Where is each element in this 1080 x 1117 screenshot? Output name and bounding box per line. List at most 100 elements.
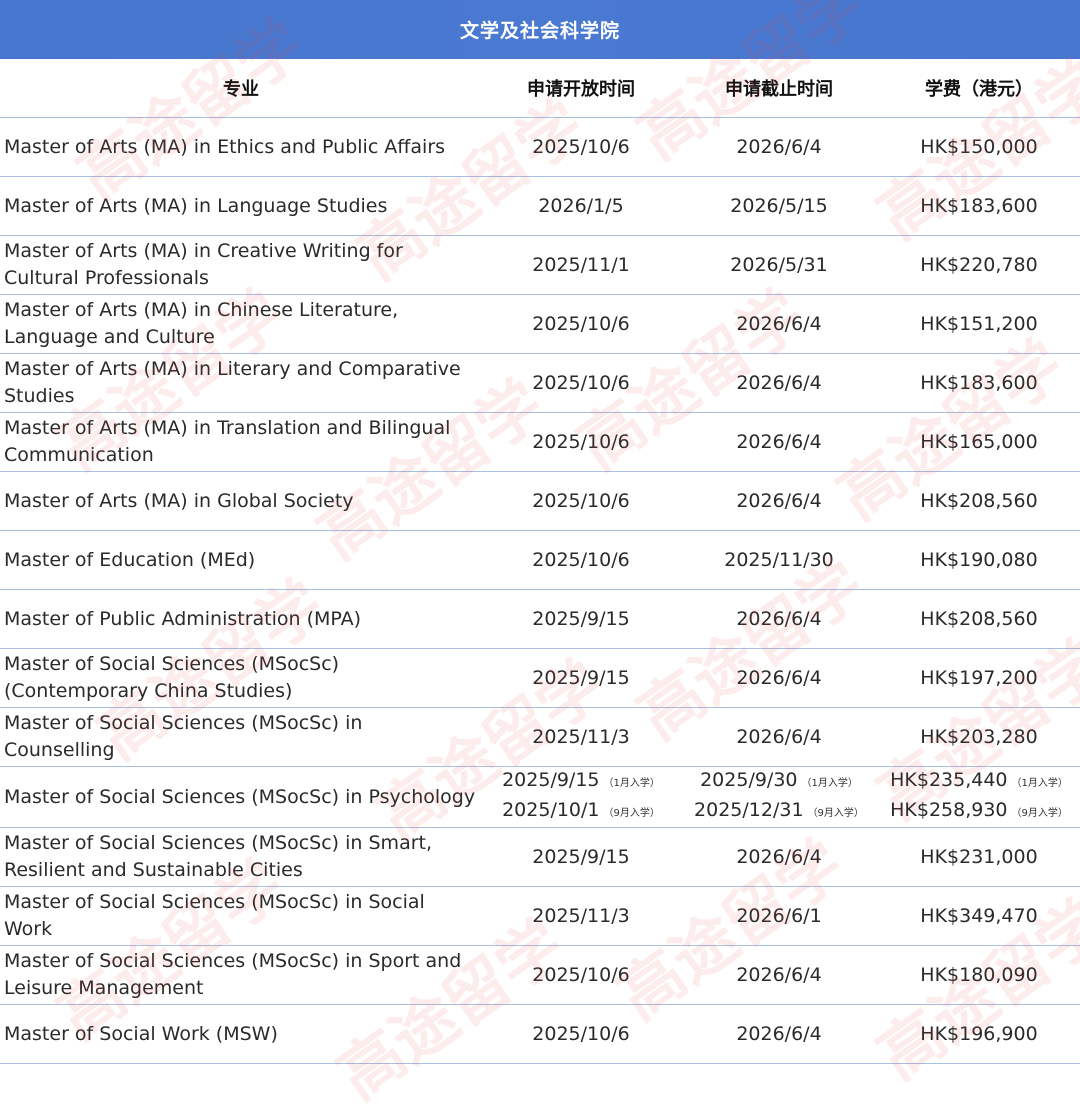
deadline-cell-value: 2026/6/4 xyxy=(736,312,822,335)
open-date-cell-line: 2025/9/15 xyxy=(482,844,680,871)
fee-cell: HK$196,900 xyxy=(878,1004,1080,1064)
open-date-cell-line: 2025/9/15 xyxy=(482,606,680,633)
fee-cell-value: HK$220,780 xyxy=(920,253,1038,276)
deadline-cell-line: 2026/5/15 xyxy=(680,193,878,220)
deadline-cell-line: 2025/11/30 xyxy=(680,547,878,574)
table-row: Master of Education (MEd) 2025/10/6 2025/1… xyxy=(0,530,1080,590)
deadline-cell-value: 2025/9/30 xyxy=(700,769,798,791)
fee-cell: HK$180,090 xyxy=(878,945,1080,1005)
fee-cell: HK$349,470 xyxy=(878,886,1080,946)
deadline-cell-value: 2026/6/4 xyxy=(736,371,822,394)
table-row: Master of Arts (MA) in Literary and Comp… xyxy=(0,353,1080,413)
open-date-cell: 2025/9/15 （1月入学） 2025/10/1 （9月入学） xyxy=(482,766,680,828)
fee-cell: HK$235,440 （1月入学） HK$258,930 （9月入学） xyxy=(878,766,1080,828)
table-row: Master of Social Sciences (MSocSc) (Cont… xyxy=(0,648,1080,708)
open-date-cell-value: 2025/11/3 xyxy=(532,904,630,927)
table-row: Master of Social Sciences (MSocSc) in Ps… xyxy=(0,766,1080,828)
header-open-date: 申请开放时间 xyxy=(482,59,680,118)
fee-cell-value: HK$349,470 xyxy=(920,904,1038,927)
open-date-cell-value: 2025/10/6 xyxy=(532,312,630,335)
open-date-cell-value: 2025/10/6 xyxy=(532,430,630,453)
open-date-cell-value: 2025/10/6 xyxy=(532,963,630,986)
open-date-cell: 2025/9/15 xyxy=(482,589,680,649)
fee-cell: HK$183,600 xyxy=(878,353,1080,413)
open-date-cell: 2025/11/3 xyxy=(482,886,680,946)
open-date-cell-line: 2025/10/6 xyxy=(482,429,680,456)
deadline-cell: 2026/6/4 xyxy=(680,1004,878,1064)
open-date-cell-value: 2025/11/3 xyxy=(532,725,630,748)
open-date-cell-value: 2025/10/6 xyxy=(532,135,630,158)
header-program: 专业 xyxy=(0,59,482,118)
deadline-cell-value: 2026/6/4 xyxy=(736,845,822,868)
open-date-cell-line: 2025/10/6 xyxy=(482,134,680,161)
table-title-bar: 文学及社会科学院 xyxy=(0,0,1080,59)
open-date-cell-line: 2025/9/15 xyxy=(482,665,680,692)
deadline-cell-value: 2025/12/31 xyxy=(694,799,804,821)
deadline-cell-line: 2026/6/4 xyxy=(680,488,878,515)
deadline-cell: 2026/5/15 xyxy=(680,176,878,236)
open-date-cell-line: 2025/10/6 xyxy=(482,962,680,989)
deadline-cell: 2026/6/4 xyxy=(680,353,878,413)
deadline-cell-line: 2026/6/4 xyxy=(680,134,878,161)
deadline-cell-value: 2025/11/30 xyxy=(724,548,834,571)
fee-cell-line: HK$197,200 xyxy=(878,665,1080,692)
header-fee: 学费（港元） xyxy=(878,59,1080,118)
table-row: Master of Arts (MA) in Ethics and Public… xyxy=(0,117,1080,177)
fee-cell-value: HK$196,900 xyxy=(920,1022,1038,1045)
open-date-cell-line: 2025/10/6 xyxy=(482,370,680,397)
deadline-cell: 2026/5/31 xyxy=(680,235,878,295)
deadline-cell-line: 2025/9/30 （1月入学） xyxy=(680,767,878,797)
deadline-cell-line: 2025/12/31 （9月入学） xyxy=(680,797,878,827)
fee-cell-line: HK$231,000 xyxy=(878,844,1080,871)
fee-cell-line: HK$196,900 xyxy=(878,1021,1080,1048)
table-row: Master of Arts (MA) in Global Society 202… xyxy=(0,471,1080,531)
program-name-cell: Master of Arts (MA) in Literary and Comp… xyxy=(0,353,482,413)
fee-cell: HK$231,000 xyxy=(878,827,1080,887)
open-date-cell: 2025/10/6 xyxy=(482,353,680,413)
program-name-cell: Master of Arts (MA) in Translation and B… xyxy=(0,412,482,472)
fee-cell: HK$183,600 xyxy=(878,176,1080,236)
program-name-cell: Master of Social Sciences (MSocSc) in So… xyxy=(0,886,482,946)
open-date-cell: 2026/1/5 xyxy=(482,176,680,236)
fee-cell-line: HK$183,600 xyxy=(878,193,1080,220)
open-date-cell-value: 2025/9/15 xyxy=(532,666,630,689)
open-date-cell-value: 2025/10/6 xyxy=(532,371,630,394)
open-date-cell: 2025/11/3 xyxy=(482,707,680,767)
deadline-cell-line: 2026/6/1 xyxy=(680,903,878,930)
fee-cell: HK$208,560 xyxy=(878,471,1080,531)
program-name-cell: Master of Public Administration (MPA) xyxy=(0,589,482,649)
fee-cell-value: HK$151,200 xyxy=(920,312,1038,335)
open-date-cell-value: 2025/9/15 xyxy=(502,769,600,791)
table-row: Master of Arts (MA) in Translation and B… xyxy=(0,412,1080,472)
program-name-cell: Master of Social Sciences (MSocSc) (Cont… xyxy=(0,648,482,708)
fee-cell-value: HK$183,600 xyxy=(920,371,1038,394)
fee-cell-line: HK$151,200 xyxy=(878,311,1080,338)
header-deadline: 申请截止时间 xyxy=(680,59,878,118)
deadline-cell-value: 2026/6/4 xyxy=(736,430,822,453)
fee-cell-value: HK$203,280 xyxy=(920,725,1038,748)
deadline-cell-value: 2026/6/4 xyxy=(736,666,822,689)
open-date-cell-line: 2025/11/1 xyxy=(482,252,680,279)
open-date-cell: 2025/10/6 xyxy=(482,471,680,531)
intake-note: （1月入学） xyxy=(1011,778,1068,789)
open-date-cell-value: 2026/1/5 xyxy=(538,194,624,217)
fee-cell-line: HK$258,930 （9月入学） xyxy=(878,797,1080,827)
open-date-cell: 2025/10/6 xyxy=(482,945,680,1005)
deadline-cell-line: 2026/6/4 xyxy=(680,962,878,989)
deadline-cell: 2026/6/4 xyxy=(680,471,878,531)
deadline-cell-line: 2026/5/31 xyxy=(680,252,878,279)
open-date-cell-line: 2025/11/3 xyxy=(482,903,680,930)
program-name-cell: Master of Social Sciences (MSocSc) in Sp… xyxy=(0,945,482,1005)
deadline-cell-value: 2026/5/15 xyxy=(730,194,828,217)
fee-cell-line: HK$208,560 xyxy=(878,606,1080,633)
fee-cell: HK$208,560 xyxy=(878,589,1080,649)
deadline-cell: 2026/6/4 xyxy=(680,827,878,887)
intake-note: （9月入学） xyxy=(807,808,864,819)
deadline-cell: 2026/6/1 xyxy=(680,886,878,946)
open-date-cell: 2025/10/6 xyxy=(482,294,680,354)
deadline-cell: 2026/6/4 xyxy=(680,707,878,767)
program-name-cell: Master of Arts (MA) in Ethics and Public… xyxy=(0,117,482,177)
open-date-cell: 2025/10/6 xyxy=(482,117,680,177)
fee-cell-value: HK$150,000 xyxy=(920,135,1038,158)
deadline-cell: 2026/6/4 xyxy=(680,648,878,708)
